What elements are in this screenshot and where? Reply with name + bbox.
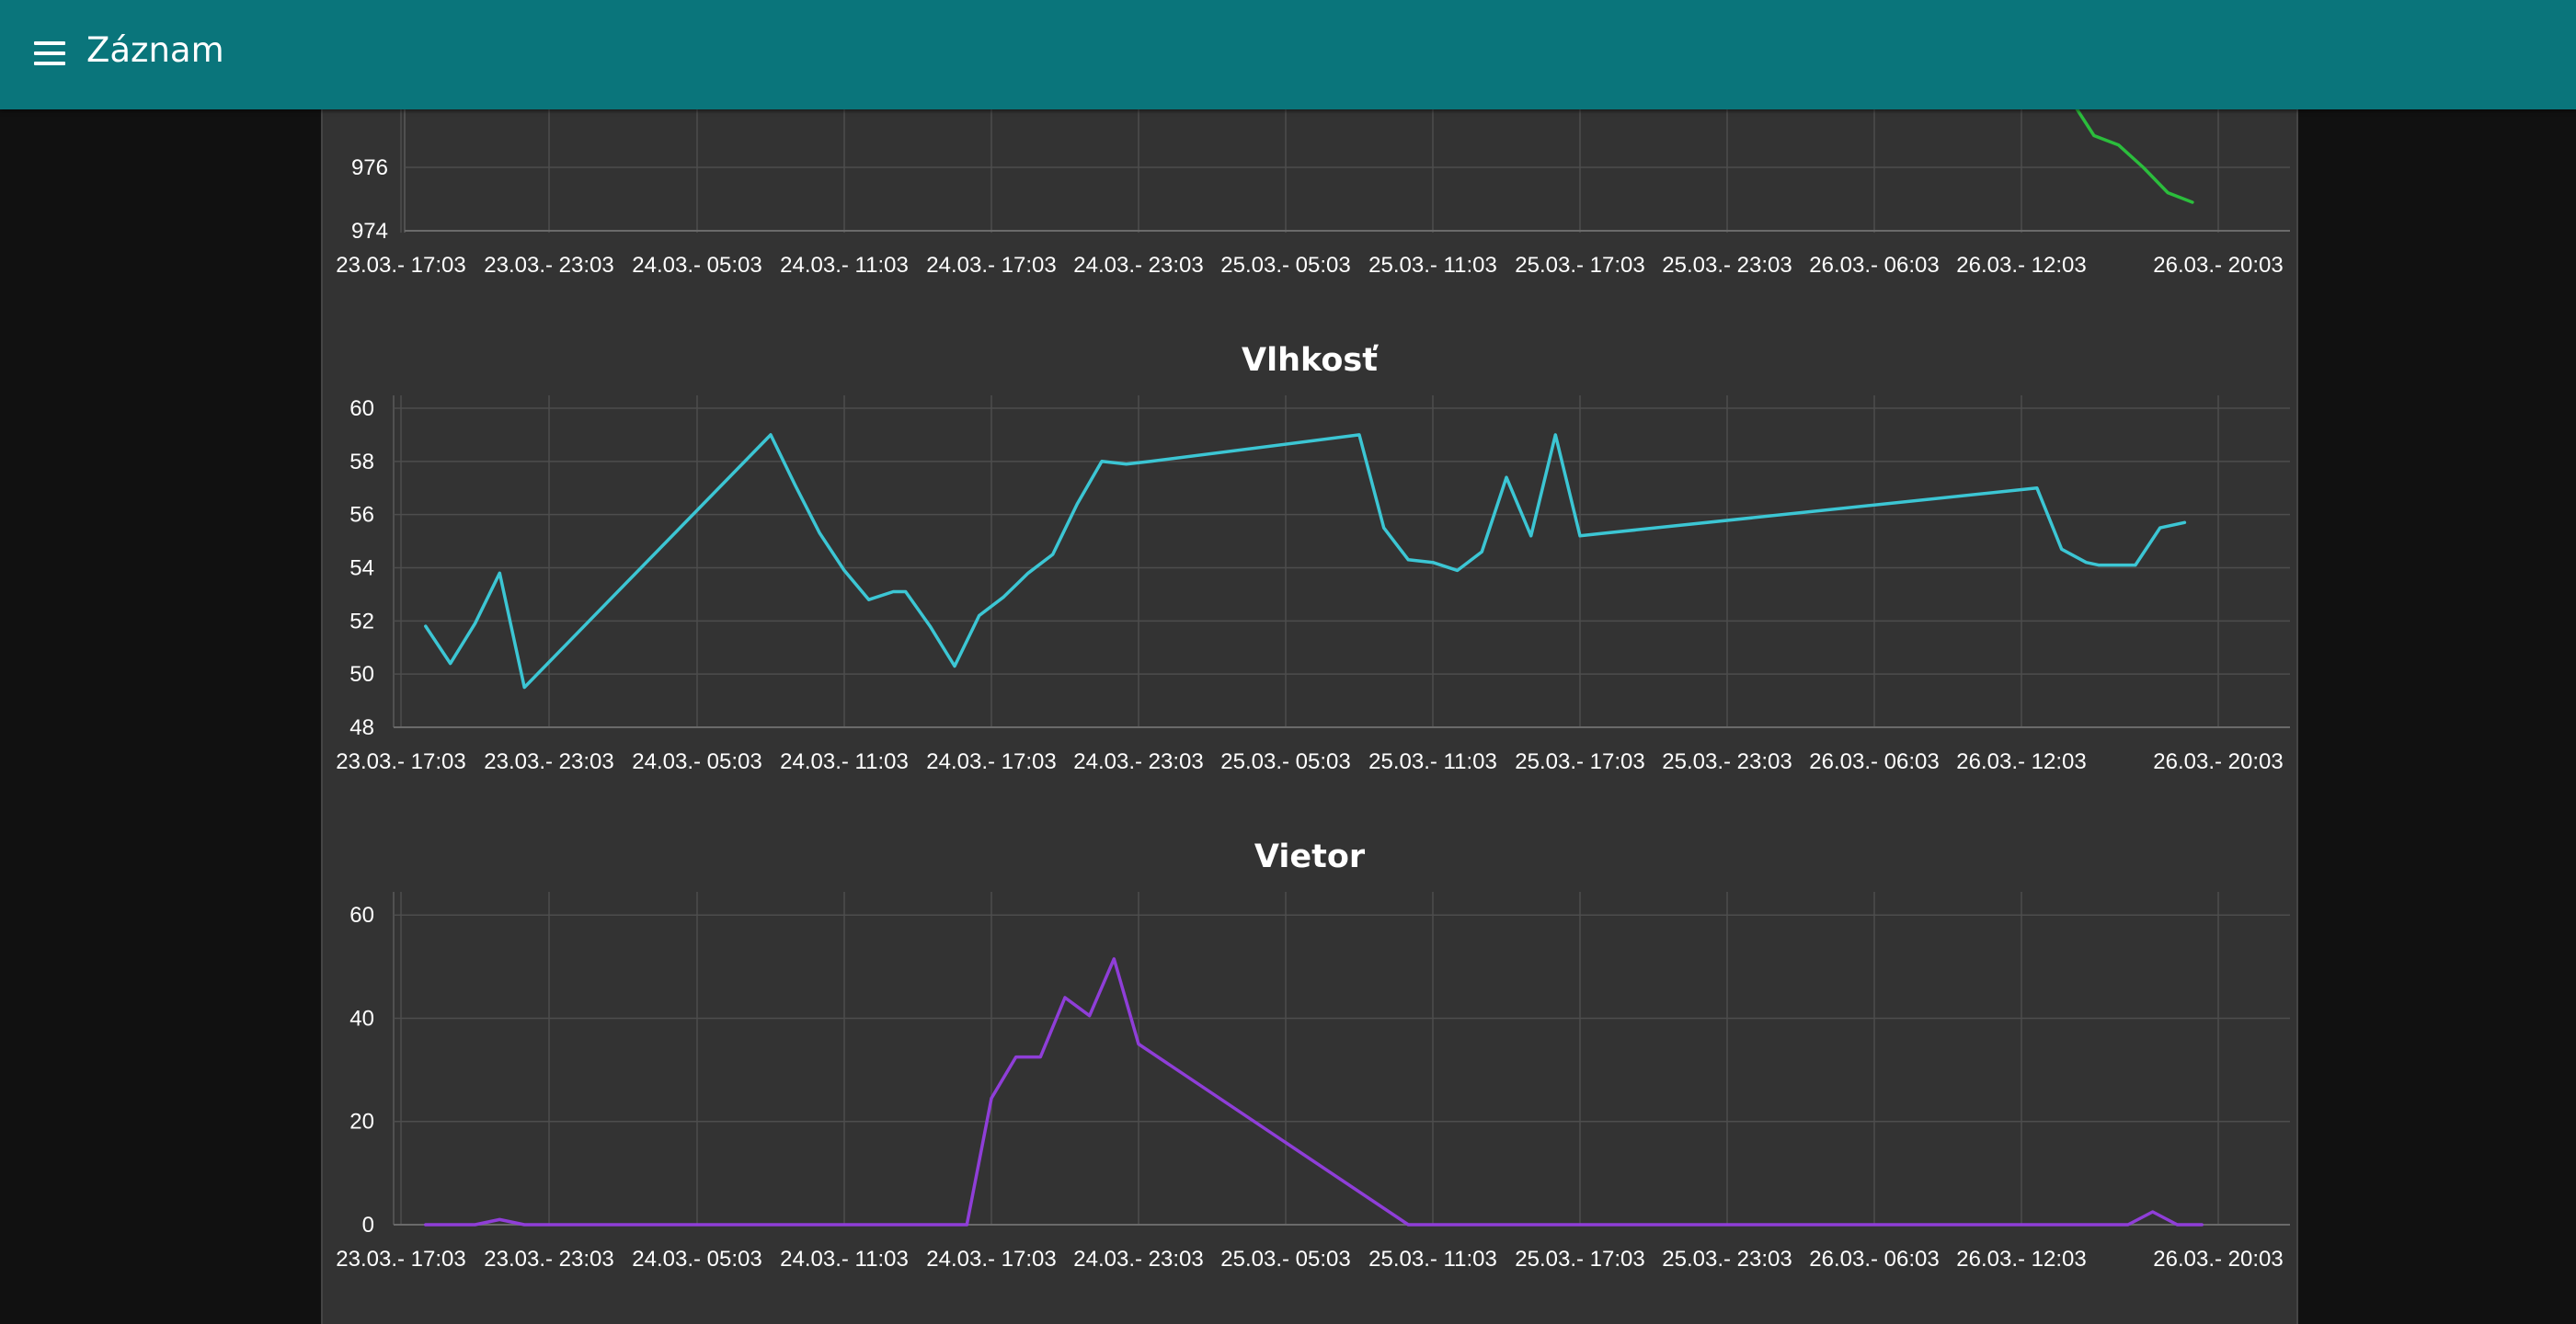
x-tick-label: 25.03.- 23:03	[1662, 253, 1792, 278]
x-tick-label: 24.03.- 23:03	[1073, 749, 1203, 774]
app-title: Záznam	[86, 30, 224, 70]
y-tick-label: 56	[349, 503, 374, 528]
series-line	[2069, 101, 2194, 204]
x-tick-label: 24.03.- 23:03	[1073, 1247, 1203, 1272]
x-tick-label: 24.03.- 11:03	[780, 749, 909, 774]
x-tick-label: 26.03.- 20:03	[2153, 253, 2283, 278]
y-tick-label: 0	[362, 1213, 374, 1238]
x-tick-label: 24.03.- 11:03	[780, 1247, 909, 1272]
y-tick-label: 58	[349, 450, 374, 474]
x-tick-label: 25.03.- 23:03	[1662, 1247, 1792, 1272]
x-tick-label: 26.03.- 12:03	[1956, 1247, 2086, 1272]
x-tick-label: 24.03.- 17:03	[926, 749, 1056, 774]
x-tick-label: 24.03.- 17:03	[926, 253, 1056, 278]
y-tick-label: 20	[349, 1110, 374, 1135]
chart-title: Vietor	[1254, 839, 1366, 875]
x-tick-label: 25.03.- 23:03	[1662, 749, 1792, 774]
y-tick-label: 974	[351, 219, 388, 244]
x-tick-label: 26.03.- 06:03	[1809, 749, 1939, 774]
x-tick-label: 26.03.- 12:03	[1956, 749, 2086, 774]
x-tick-label: 24.03.- 11:03	[780, 253, 909, 278]
x-tick-label: 25.03.- 05:03	[1220, 253, 1350, 278]
y-tick-label: 40	[349, 1006, 374, 1031]
chart-title: Vlhkosť	[1242, 342, 1379, 379]
x-tick-label: 24.03.- 17:03	[926, 1247, 1056, 1272]
y-tick-label: 60	[349, 903, 374, 928]
x-tick-label: 24.03.- 23:03	[1073, 253, 1203, 278]
x-tick-label: 25.03.- 11:03	[1368, 1247, 1497, 1272]
x-tick-label: 25.03.- 11:03	[1368, 749, 1497, 774]
y-tick-label: 976	[351, 155, 388, 180]
x-tick-label: 24.03.- 05:03	[632, 749, 761, 774]
hamburger-menu-icon[interactable]	[31, 39, 68, 68]
x-tick-label: 26.03.- 20:03	[2153, 749, 2283, 774]
y-tick-label: 54	[349, 556, 374, 581]
x-tick-label: 26.03.- 06:03	[1809, 1247, 1939, 1272]
x-tick-label: 23.03.- 17:03	[336, 253, 465, 278]
x-tick-label: 23.03.- 17:03	[336, 749, 465, 774]
x-tick-label: 26.03.- 12:03	[1956, 253, 2086, 278]
y-tick-label: 48	[349, 715, 374, 740]
x-tick-label: 24.03.- 05:03	[632, 253, 761, 278]
app-bar: Záznam	[0, 0, 2576, 109]
x-tick-label: 23.03.- 17:03	[336, 1247, 465, 1272]
series-line	[424, 433, 2187, 690]
x-tick-label: 25.03.- 05:03	[1220, 749, 1350, 774]
y-tick-label: 52	[349, 609, 374, 633]
x-tick-label: 25.03.- 17:03	[1515, 1247, 1644, 1272]
x-tick-label: 24.03.- 05:03	[632, 1247, 761, 1272]
x-tick-label: 25.03.- 17:03	[1515, 749, 1644, 774]
y-tick-label: 50	[349, 662, 374, 687]
y-tick-label: 60	[349, 396, 374, 421]
x-tick-label: 25.03.- 11:03	[1368, 253, 1497, 278]
x-tick-label: 23.03.- 23:03	[484, 749, 613, 774]
x-tick-label: 23.03.- 23:03	[484, 253, 613, 278]
x-tick-label: 26.03.- 06:03	[1809, 253, 1939, 278]
x-tick-label: 25.03.- 05:03	[1220, 1247, 1350, 1272]
x-tick-label: 23.03.- 23:03	[484, 1247, 613, 1272]
x-tick-label: 26.03.- 20:03	[2153, 1247, 2283, 1272]
charts-canvas: 974 976 23.03.- 17:03 23.03.- 23:03 24.03.- …	[336, 101, 2290, 1272]
series-line	[424, 957, 2204, 1227]
x-tick-label: 25.03.- 17:03	[1515, 253, 1644, 278]
